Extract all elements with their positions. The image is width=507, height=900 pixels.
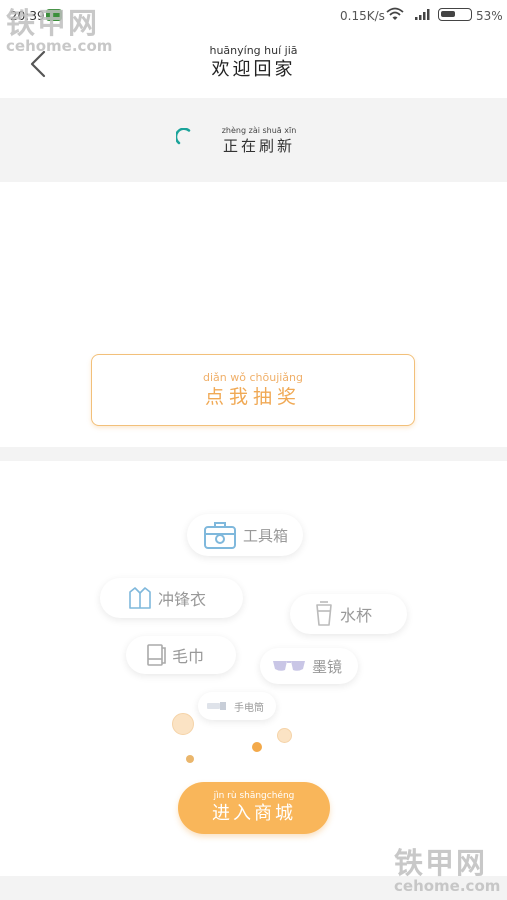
jacket-icon	[129, 587, 151, 609]
decor-dot	[277, 728, 292, 743]
page-title: huānyíng huí jiā 欢迎回家	[160, 44, 347, 82]
battery-icon	[438, 8, 472, 21]
prize-toolbox[interactable]: 工具箱	[187, 514, 303, 556]
decor-dot	[172, 713, 194, 735]
watermark-bottom: 铁甲网 cehome.com	[394, 848, 504, 894]
cup-icon	[316, 601, 332, 626]
wifi-icon	[386, 7, 404, 20]
decor-dot	[252, 742, 262, 752]
towel-icon	[147, 644, 166, 666]
watermark-title: 铁甲网	[394, 846, 488, 880]
lottery-button-pinyin: diǎn wǒ chōujiǎng	[203, 371, 303, 384]
prize-flashlight-label: 手电筒	[234, 702, 264, 714]
prize-flashlight[interactable]: 手电筒	[198, 692, 276, 720]
page-title-text: 欢迎回家	[211, 59, 296, 80]
toolbox-icon	[204, 522, 236, 549]
lottery-button-label: 点我抽奖	[204, 386, 301, 408]
enter-mall-label: 进入商城	[212, 803, 296, 824]
watermark-top: 铁甲网 cehome.com	[6, 8, 116, 54]
sunglasses-icon	[273, 661, 305, 671]
prize-jacket[interactable]: 冲锋衣	[100, 578, 243, 618]
prize-cup[interactable]: 水杯	[290, 594, 407, 634]
prize-toolbox-label: 工具箱	[243, 526, 289, 545]
enter-mall-button[interactable]: jìn rù shāngchéng 进入商城	[178, 782, 330, 834]
prize-cup-label: 水杯	[340, 606, 373, 625]
watermark-domain: cehome.com	[6, 37, 113, 55]
prize-sunglasses[interactable]: 墨镜	[260, 648, 358, 684]
refresh-status: zhèng zài shuā xīn 正在刷新	[214, 126, 304, 156]
enter-mall-pinyin: jìn rù shāngchéng	[213, 791, 295, 801]
lottery-button[interactable]: diǎn wǒ chōujiǎng 点我抽奖	[91, 354, 415, 426]
prize-towel-label: 毛巾	[172, 647, 205, 666]
back-button[interactable]	[26, 48, 52, 80]
page-title-pinyin: huānyíng huí jiā	[209, 44, 298, 57]
battery-percent: 53%	[476, 9, 503, 23]
chevron-left-icon	[30, 50, 46, 78]
prize-towel[interactable]: 毛巾	[126, 636, 236, 674]
watermark-domain: cehome.com	[394, 877, 501, 895]
refresh-pinyin: zhèng zài shuā xīn	[221, 126, 297, 135]
net-speed: 0.15K/s	[340, 9, 385, 23]
loading-spinner-icon	[176, 128, 191, 145]
prize-sunglasses-label: 墨镜	[312, 657, 343, 676]
battery-fill	[441, 11, 455, 17]
refresh-text: 正在刷新	[222, 137, 295, 155]
flashlight-icon	[207, 702, 226, 710]
signal-icon	[415, 9, 430, 20]
section-divider	[0, 447, 507, 461]
decor-dot	[186, 755, 194, 763]
watermark-title: 铁甲网	[6, 6, 100, 40]
prize-jacket-label: 冲锋衣	[158, 590, 207, 609]
